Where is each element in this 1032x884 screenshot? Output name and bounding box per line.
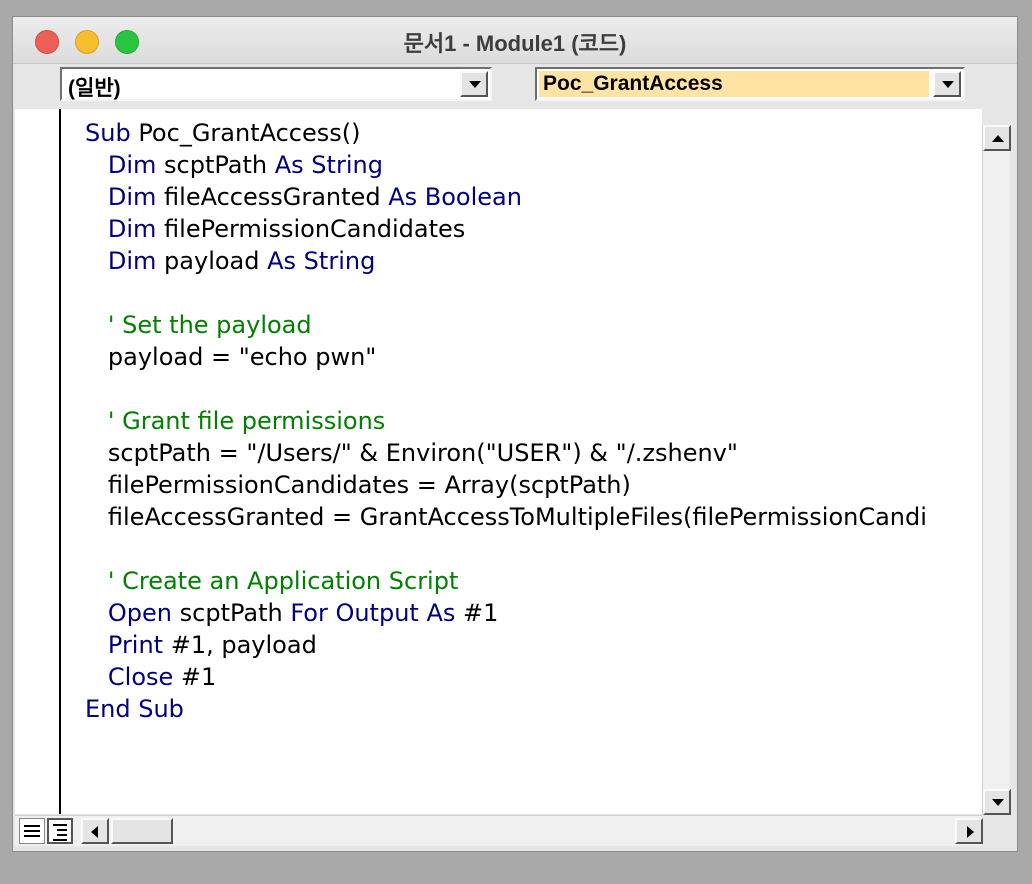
code-line[interactable] [85,277,982,309]
object-combo-dropdown-button[interactable] [460,71,488,97]
procedure-combo-dropdown-button[interactable] [933,71,961,97]
code-line[interactable]: Close #1 [85,661,982,693]
code-text: filePermissionCandidates [156,215,466,243]
code-line[interactable]: ' Create an Application Script [85,565,982,597]
code-line[interactable]: payload = "echo pwn" [85,341,982,373]
code-text: payload [156,247,268,275]
code-text: fileAccessGranted [156,183,389,211]
code-line[interactable]: filePermissionCandidates = Array(scptPat… [85,469,982,501]
scroll-right-button[interactable] [955,818,983,844]
arrow-up-icon [992,135,1004,142]
code-keyword: As String [267,247,376,275]
procedure-combo[interactable]: Poc_GrantAccess [535,67,965,101]
code-keyword: End Sub [85,695,184,723]
object-combo-value: (일반) [68,77,121,100]
code-line[interactable]: Dim scptPath As String [85,149,982,181]
code-text: #1 [455,599,499,627]
procedure-view-icon[interactable] [19,818,45,844]
code-text: #1, payload [163,631,317,659]
code-keyword: For Output As [290,599,456,627]
code-keyword: Sub [85,119,131,147]
code-line[interactable]: ' Grant file permissions [85,405,982,437]
arrow-down-icon [992,799,1004,806]
code-line[interactable]: fileAccessGranted = GrantAccessToMultipl… [85,501,982,533]
code-line[interactable]: Dim filePermissionCandidates [85,213,982,245]
code-text: payload = "echo pwn" [85,343,377,371]
horizontal-scroll-thumb[interactable] [111,818,173,844]
code-text-area[interactable]: Sub Poc_GrantAccess() Dim scptPath As St… [85,117,982,807]
code-keyword: Dim [85,151,157,179]
code-line[interactable] [85,533,982,565]
code-text: fileAccessGranted = GrantAccessToMultipl… [85,503,927,531]
code-keyword: Open [85,599,172,627]
code-line[interactable]: scptPath = "/Users/" & Environ("USER") &… [85,437,982,469]
scroll-left-button[interactable] [81,818,109,844]
code-keyword: Dim [85,215,157,243]
arrow-right-icon [967,826,974,838]
chevron-down-icon [942,81,954,88]
code-window: 문서1 - Module1 (코드) (일반) Poc_GrantAccess … [12,16,1018,852]
code-text: #1 [173,663,217,691]
code-editor[interactable]: Sub Poc_GrantAccess() Dim scptPath As St… [15,109,982,814]
code-keyword: As Boolean [388,183,522,211]
code-comment: ' Create an Application Script [85,567,459,595]
code-line[interactable] [85,373,982,405]
arrow-left-icon [91,826,98,838]
code-text: filePermissionCandidates = Array(scptPat… [85,471,631,499]
code-line[interactable]: Dim fileAccessGranted As Boolean [85,181,982,213]
margin-indicator-bar[interactable] [15,109,61,814]
procedure-combo-value: Poc_GrantAccess [543,72,723,95]
scroll-up-button[interactable] [983,125,1011,151]
scroll-down-button[interactable] [983,789,1011,815]
title-bar[interactable]: 문서1 - Module1 (코드) [13,17,1017,64]
code-line[interactable]: Dim payload As String [85,245,982,277]
code-line[interactable]: Open scptPath For Output As #1 [85,597,982,629]
code-keyword: Dim [85,247,157,275]
full-module-view-icon[interactable] [47,818,73,844]
code-keyword: Close [85,663,174,691]
code-line[interactable]: ' Set the payload [85,309,982,341]
code-keyword: As String [274,151,383,179]
code-keyword: Print [85,631,164,659]
code-text: scptPath [156,151,275,179]
chevron-down-icon [469,81,481,88]
code-line[interactable]: End Sub [85,693,982,725]
object-combo[interactable]: (일반) [60,67,492,101]
code-comment: ' Grant file permissions [85,407,386,435]
vertical-scrollbar[interactable] [982,125,1011,815]
code-text: scptPath [172,599,291,627]
code-line[interactable]: Print #1, payload [85,629,982,661]
code-text: scptPath = "/Users/" & Environ("USER") &… [85,439,738,467]
code-line[interactable]: Sub Poc_GrantAccess() [85,117,982,149]
code-keyword: Dim [85,183,157,211]
code-comment: ' Set the payload [85,311,312,339]
bottom-bar [15,815,983,846]
code-text: Poc_GrantAccess() [130,119,361,147]
window-title: 문서1 - Module1 (코드) [403,31,627,56]
